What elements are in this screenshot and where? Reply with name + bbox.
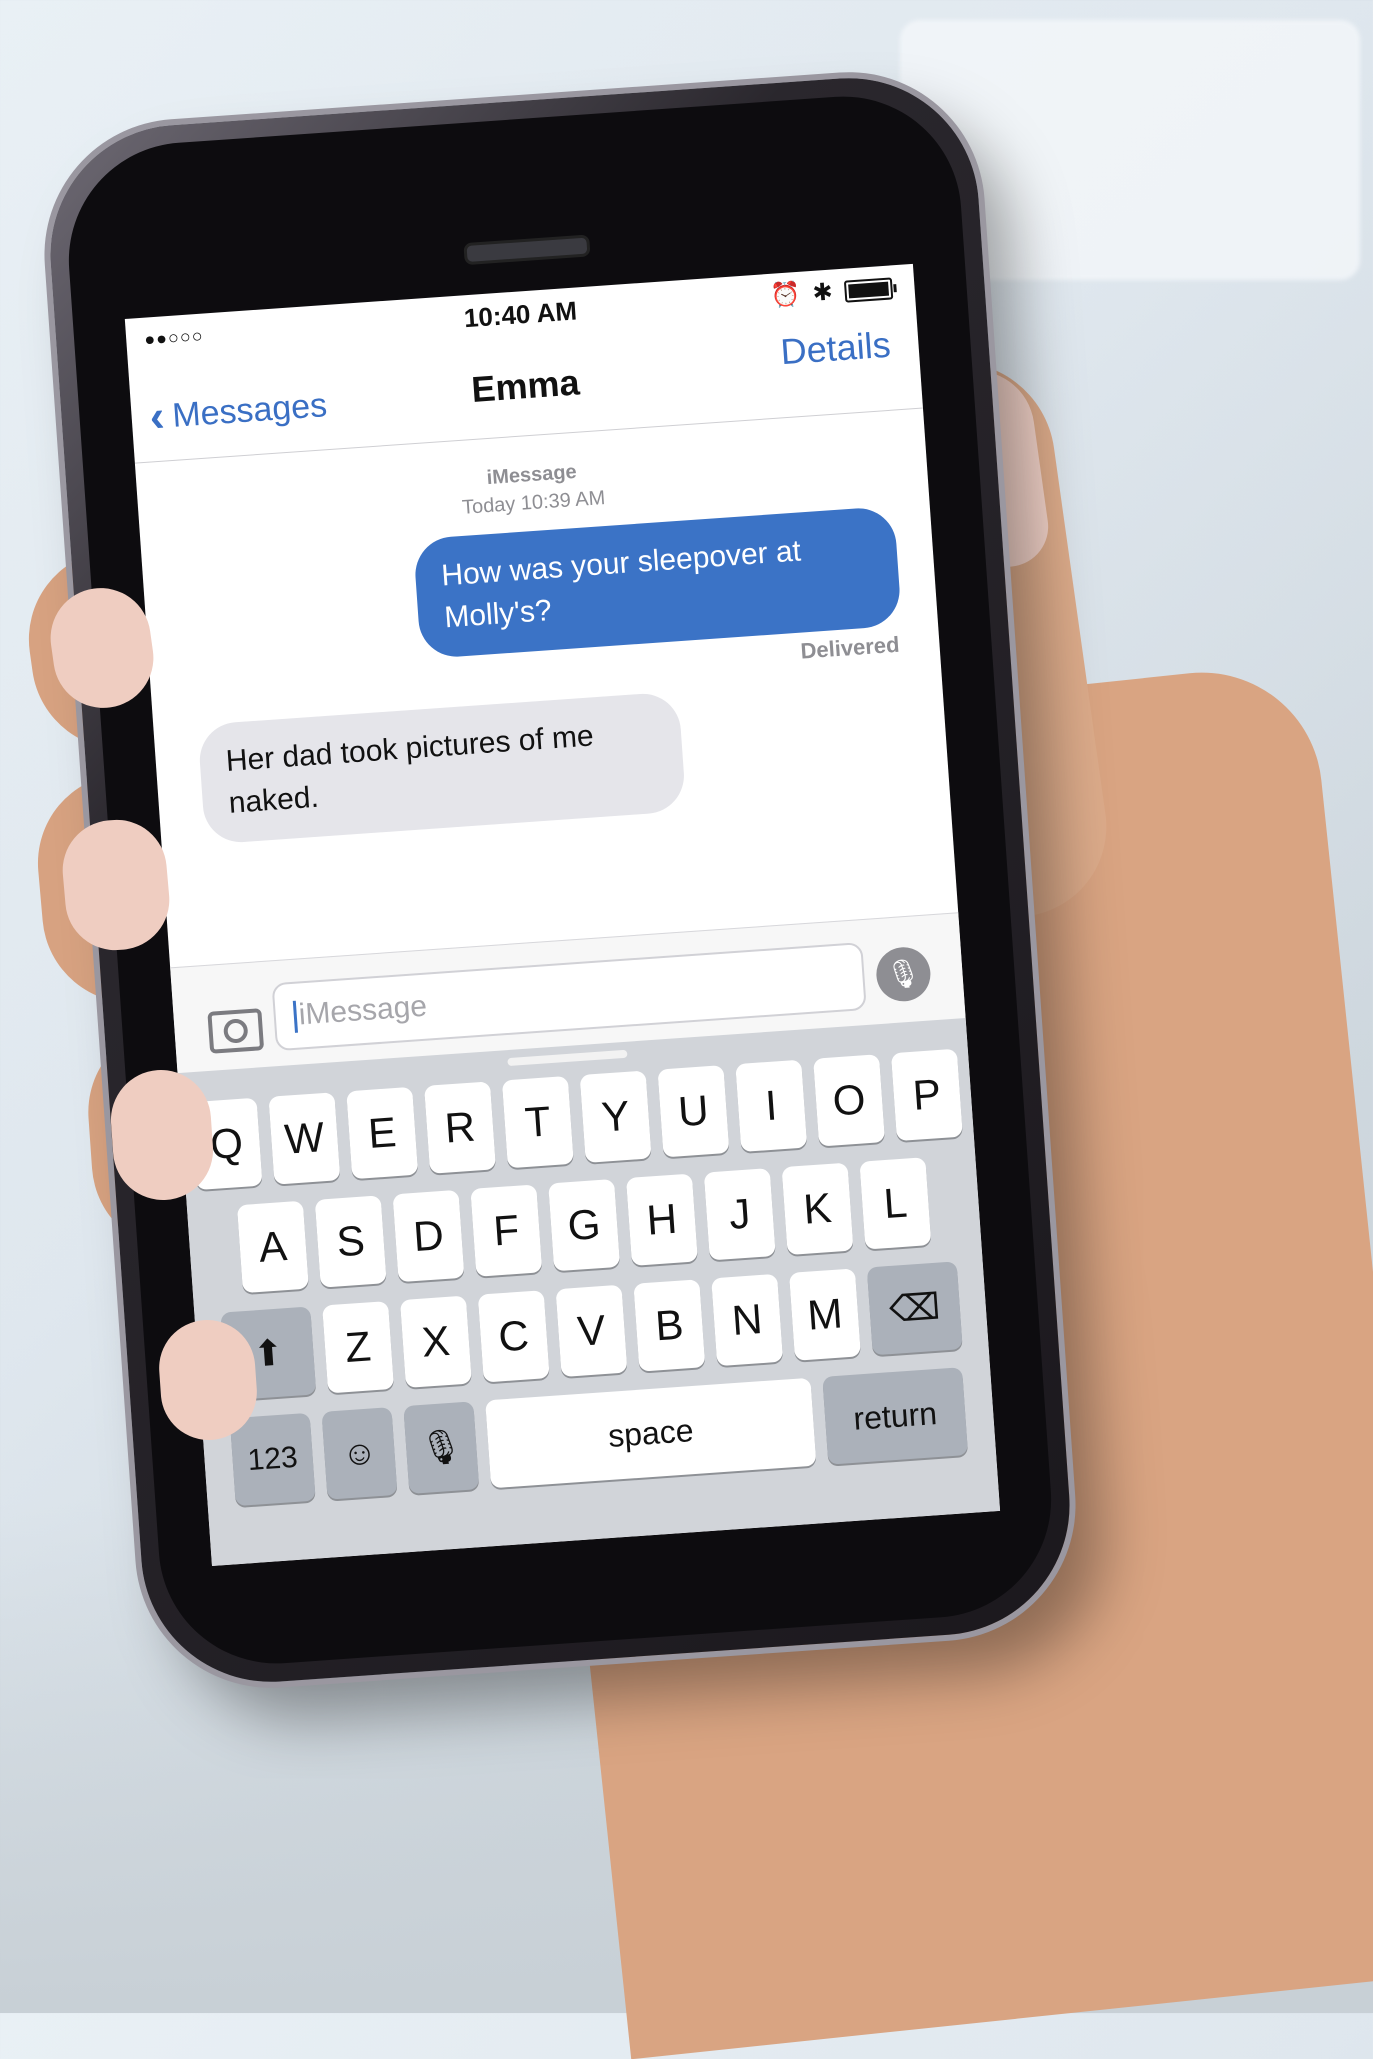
key-w[interactable]: W <box>268 1092 341 1185</box>
details-button[interactable]: Details <box>779 324 892 374</box>
numbers-key[interactable]: 123 <box>229 1412 316 1507</box>
battery-icon <box>843 276 894 303</box>
key-i[interactable]: I <box>735 1059 808 1153</box>
dictation-key[interactable]: 🎙 <box>403 1401 480 1494</box>
message-placeholder: iMessage <box>297 989 429 1032</box>
earpiece-speaker <box>463 234 591 266</box>
key-a[interactable]: A <box>236 1200 309 1294</box>
microphone-icon[interactable]: 🎙 <box>874 945 933 1004</box>
key-p[interactable]: P <box>890 1048 963 1142</box>
keyboard-grabber <box>507 1049 628 1067</box>
keyboard: Q W E R T Y U I O P A S D F G H J K L ⬆ … <box>177 1018 1001 1566</box>
key-e[interactable]: E <box>346 1086 419 1180</box>
incoming-message-bubble[interactable]: Her dad took pictures of me naked. <box>197 691 687 845</box>
bluetooth-icon: ✱ <box>811 278 834 307</box>
key-h[interactable]: H <box>625 1173 698 1266</box>
key-s[interactable]: S <box>314 1195 387 1288</box>
key-f[interactable]: F <box>470 1184 543 1277</box>
key-u[interactable]: U <box>657 1065 730 1158</box>
key-c[interactable]: C <box>477 1290 550 1383</box>
key-t[interactable]: T <box>501 1075 574 1169</box>
key-z[interactable]: Z <box>322 1301 395 1394</box>
key-l[interactable]: L <box>859 1157 932 1250</box>
key-d[interactable]: D <box>392 1189 465 1283</box>
delete-key[interactable]: ⌫ <box>866 1261 963 1356</box>
phone-screen: ●●○○○ 10:40 AM ⏰ ✱ ‹ Messages Emma Detai… <box>124 263 1001 1566</box>
space-key[interactable]: space <box>485 1377 817 1489</box>
key-j[interactable]: J <box>703 1168 776 1261</box>
key-g[interactable]: G <box>548 1178 621 1272</box>
delivered-status: Delivered <box>799 631 901 664</box>
return-key[interactable]: return <box>822 1367 969 1465</box>
camera-icon[interactable] <box>207 1008 265 1054</box>
alarm-icon: ⏰ <box>769 280 802 310</box>
key-n[interactable]: N <box>711 1273 784 1367</box>
key-v[interactable]: V <box>555 1284 628 1378</box>
key-o[interactable]: O <box>813 1054 886 1147</box>
key-r[interactable]: R <box>424 1081 497 1174</box>
key-y[interactable]: Y <box>579 1070 652 1163</box>
key-x[interactable]: X <box>399 1295 472 1388</box>
key-m[interactable]: M <box>788 1268 861 1361</box>
emoji-key[interactable]: ☺ <box>321 1407 398 1500</box>
key-b[interactable]: B <box>633 1279 706 1372</box>
phone: ●●○○○ 10:40 AM ⏰ ✱ ‹ Messages Emma Detai… <box>41 69 1079 1691</box>
key-k[interactable]: K <box>781 1162 854 1256</box>
